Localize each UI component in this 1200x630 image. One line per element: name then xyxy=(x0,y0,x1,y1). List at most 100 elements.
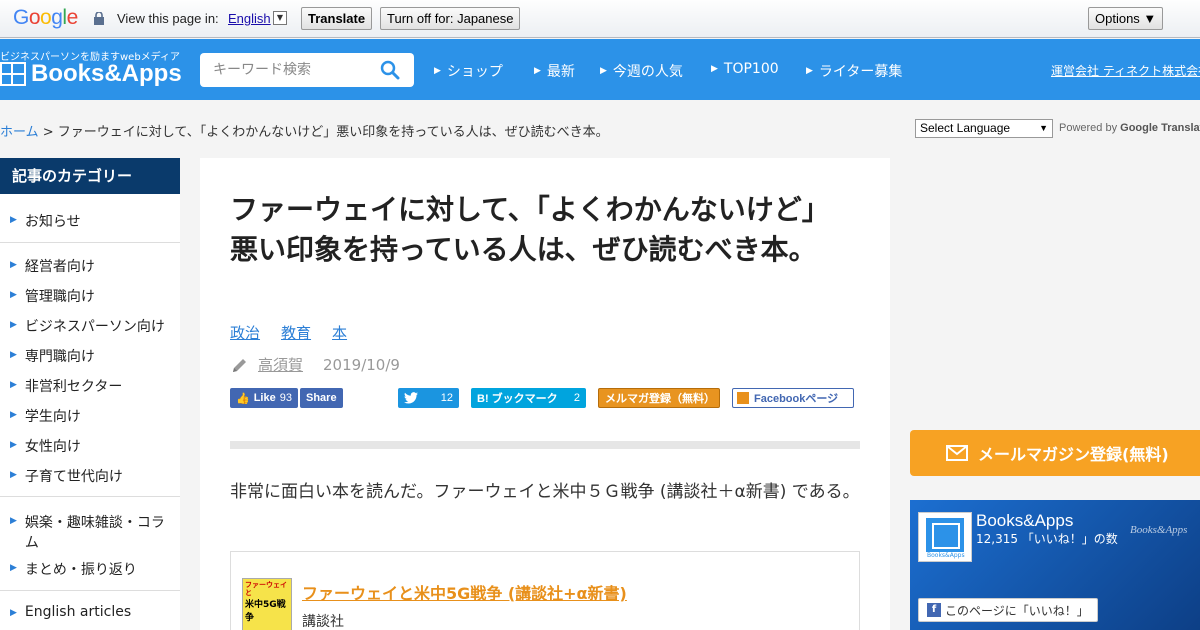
sidebar-item-label: 専門職向け xyxy=(24,349,95,365)
nav-writer-recruit[interactable]: ▶ ライター募集 xyxy=(806,61,902,81)
facebook-page-button[interactable]: Facebookページ xyxy=(732,388,854,408)
facebook-page-widget: Books&Apps Books&Apps 12,315 「いいね！」の数 Bo… xyxy=(910,500,1200,630)
fb-page-like-button[interactable]: f このページに「いいね！」 xyxy=(918,598,1098,622)
sidebar-item-summary[interactable]: ▶ まとめ・振り返り xyxy=(10,559,175,579)
sidebar-item-label: 経営者向け xyxy=(24,259,95,275)
mailmag-subscribe-button[interactable]: メルマガ登録（無料） xyxy=(598,388,720,408)
google-wordmark: Google xyxy=(1120,122,1159,134)
tag-link[interactable]: 政治 xyxy=(230,322,260,343)
sidebar-item-business-persons[interactable]: ▶ ビジネスパーソン向け xyxy=(10,316,175,336)
sidebar-item-women[interactable]: ▶ 女性向け xyxy=(10,436,175,456)
breadcrumb-current: ファーウェイに対して、「よくわかんないけど」悪い印象を持っている人は、ぜひ読むべ… xyxy=(57,125,609,140)
triangle-icon: ▶ xyxy=(10,215,17,225)
twitter-bird-icon xyxy=(404,392,418,404)
mailmag-label: メールマガジン登録(無料) xyxy=(978,445,1169,464)
triangle-icon: ▶ xyxy=(10,320,17,330)
sidebar-item-english[interactable]: ▶ English articles xyxy=(10,604,175,620)
corp-link[interactable]: 運営会社 ティネクト株式会社 xyxy=(1051,62,1200,79)
category-sidebar: 記事のカテゴリー ▶ お知らせ ▶ 経営者向け ▶ 管理職向け ▶ ビジネスパーソン向け… xyxy=(0,158,180,630)
fbpage-label: Facebookページ xyxy=(754,393,839,405)
author-link[interactable]: 高須賀 xyxy=(258,354,303,375)
article-date: 2019/10/9 xyxy=(323,355,400,374)
triangle-icon: ▶ xyxy=(10,440,17,450)
mailmag-register-button[interactable]: メールマガジン登録(無料) xyxy=(910,430,1200,476)
sidebar-item-label: 女性向け xyxy=(24,439,81,455)
article-main: ファーウェイに対して、「よくわかんないけど」悪い印象を持っている人は、ぜひ読むべ… xyxy=(200,158,890,630)
hatena-count: 2 xyxy=(573,392,580,404)
facebook-share-button[interactable]: Share xyxy=(300,388,343,408)
sidebar-item-label: 娯楽・趣味雑談・コラム xyxy=(24,515,165,551)
sidebar-item-label: ビジネスパーソン向け xyxy=(24,319,165,335)
sidebar-item-news[interactable]: ▶ お知らせ xyxy=(10,211,175,231)
translate-button[interactable]: Translate xyxy=(301,7,373,30)
tag-link[interactable]: 本 xyxy=(332,322,347,343)
search-icon[interactable] xyxy=(380,60,400,80)
fb-page-logo[interactable]: Books&Apps xyxy=(918,512,972,562)
facebook-like-button[interactable]: 👍 Like 93 xyxy=(230,388,298,408)
book-cover-top-text: ファーウェイと xyxy=(245,581,287,597)
sidebar-divider xyxy=(0,496,180,497)
tag-link[interactable]: 教育 xyxy=(281,322,311,343)
triangle-icon: ▶ xyxy=(10,516,17,526)
nav-top100[interactable]: ▶ TOP100 xyxy=(711,61,779,77)
triangle-icon: ▶ xyxy=(10,350,17,360)
nav-shop[interactable]: ▶ ショップ xyxy=(434,61,503,81)
article-body: 非常に面白い本を読んだ。ファーウェイと米中５Ｇ戦争 (講談社＋α新書) である。 xyxy=(230,482,860,502)
google-logo-letter: g xyxy=(51,6,63,29)
site-logo[interactable]: Books&Apps xyxy=(0,60,182,88)
nav-arrow-icon: ▶ xyxy=(534,66,541,76)
fb-page-name[interactable]: Books&Apps xyxy=(976,511,1073,531)
sidebar-item-nonprofit[interactable]: ▶ 非営利セクター xyxy=(10,376,175,396)
translate-wordmark: Translate xyxy=(1161,122,1200,134)
google-logo: Google xyxy=(13,6,78,30)
nav-arrow-icon: ▶ xyxy=(600,66,607,76)
sidebar-item-parents[interactable]: ▶ 子育て世代向け xyxy=(10,466,175,486)
thumbs-up-icon: 👍 xyxy=(236,392,250,405)
triangle-icon: ▶ xyxy=(10,260,17,270)
tweet-button[interactable]: 12 xyxy=(398,388,459,408)
sidebar-item-label: 学生向け xyxy=(24,409,81,425)
fb-like-label: このページに「いいね！」 xyxy=(945,603,1089,618)
sidebar-item-executives[interactable]: ▶ 経営者向け xyxy=(10,256,175,276)
article-divider xyxy=(230,441,860,449)
logo-mark-icon xyxy=(0,62,26,86)
sidebar-item-professionals[interactable]: ▶ 専門職向け xyxy=(10,346,175,366)
nav-label: ショップ xyxy=(446,64,503,80)
tweet-count: 12 xyxy=(440,392,453,404)
language-link[interactable]: English xyxy=(228,11,271,26)
triangle-icon: ▶ xyxy=(10,290,17,300)
nav-weekly-popular[interactable]: ▶ 今週の人気 xyxy=(600,61,683,81)
breadcrumb-separator: > xyxy=(38,125,58,140)
powered-by-label: Powered by xyxy=(1059,122,1118,134)
hatena-bookmark-button[interactable]: B! ブックマーク 2 xyxy=(471,388,586,408)
options-button[interactable]: Options ▼ xyxy=(1088,7,1164,30)
triangle-icon: ▶ xyxy=(10,380,17,390)
sidebar-item-label: まとめ・振り返り xyxy=(24,562,137,578)
book-cover-main-text: 米中5G戦争 xyxy=(245,600,286,623)
author-row: 高須賀 2019/10/9 xyxy=(230,354,400,375)
sidebar-item-managers[interactable]: ▶ 管理職向け xyxy=(10,286,175,306)
sidebar-item-students[interactable]: ▶ 学生向け xyxy=(10,406,175,426)
turn-off-button[interactable]: Turn off for: Japanese xyxy=(380,7,521,30)
select-language-dropdown[interactable]: Select Language ▼ xyxy=(915,119,1053,138)
view-page-label: View this page in: xyxy=(117,11,219,26)
triangle-icon: ▶ xyxy=(10,608,17,618)
nav-label: 最新 xyxy=(546,64,575,80)
article-title: ファーウェイに対して、「よくわかんないけど」悪い印象を持っている人は、ぜひ読むべ… xyxy=(230,193,830,266)
triangle-icon: ▶ xyxy=(10,563,17,573)
breadcrumb-home[interactable]: ホーム xyxy=(0,125,39,140)
breadcrumb: ホーム > ファーウェイに対して、「よくわかんないけど」悪い印象を持っている人は… xyxy=(0,121,609,140)
sidebar-title: 記事のカテゴリー xyxy=(0,158,180,194)
sidebar-item-entertainment[interactable]: ▶ 娯楽・趣味雑談・コラム xyxy=(10,512,175,552)
sidebar-item-label: 管理職向け xyxy=(24,289,95,305)
nav-latest[interactable]: ▶ 最新 xyxy=(534,61,575,81)
flag-icon xyxy=(737,392,749,404)
language-dropdown-icon[interactable]: ▼ xyxy=(273,11,287,25)
like-count: 93 xyxy=(279,392,292,404)
like-label: Like xyxy=(253,392,276,404)
sidebar-item-label: お知らせ xyxy=(24,214,81,230)
google-logo-letter: o xyxy=(28,6,41,29)
search-input[interactable] xyxy=(200,53,370,87)
book-cover-image[interactable]: ファーウェイと 米中5G戦争 xyxy=(242,578,292,630)
book-title-link[interactable]: ファーウェイと米中5G戦争 (講談社+α新書) xyxy=(302,580,627,604)
